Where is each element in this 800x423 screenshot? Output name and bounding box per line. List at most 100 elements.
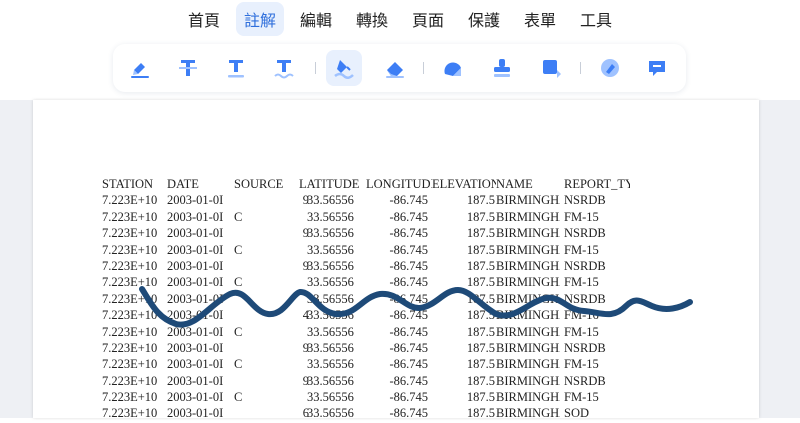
menu-item[interactable]: 編輯 (292, 2, 340, 36)
cell-longitude: -86.745 (389, 193, 428, 208)
cell-date: 2003-01-0I (167, 373, 224, 388)
cell-longitude: -86.745 (389, 324, 428, 339)
cell-longitude: -86.745 (389, 373, 428, 388)
cell-report-type: FM-15 (564, 209, 599, 224)
cell-elevation: 187.5 (466, 390, 495, 405)
menu-item[interactable]: 首頁 (180, 2, 228, 36)
cell-report-type: NSRDB (564, 340, 606, 355)
header-station: STATION (102, 177, 154, 191)
menu-item[interactable]: 保護 (460, 2, 508, 36)
cell-flag: 9 (302, 373, 309, 388)
cell-date: 2003-01-0I (167, 390, 224, 405)
text-squiggly-button[interactable] (266, 50, 302, 86)
cell-elevation: 187.5 (466, 357, 495, 372)
cell-latitude: 33.56556 (307, 226, 354, 241)
text-squiggly-icon (274, 60, 294, 79)
header-name: NAME (496, 177, 533, 191)
cell-report-type: FM-15 (564, 390, 599, 405)
freehand-draw-icon (334, 60, 354, 79)
toolbar-separator (315, 62, 316, 74)
area-highlight-button[interactable] (533, 50, 569, 86)
cell-source: C (234, 242, 243, 257)
signature-button[interactable] (592, 50, 628, 86)
cell-report-type: NSRDB (564, 226, 606, 241)
cell-report-type: NSRDB (564, 291, 606, 306)
cell-report-type: FM-15 (564, 242, 599, 257)
menu-item[interactable]: 表單 (516, 2, 564, 36)
cell-flag: 4 (302, 308, 309, 323)
cell-elevation: 187.5 (466, 406, 495, 421)
cell-source: C (234, 357, 243, 372)
text-strikethrough-button[interactable] (170, 50, 206, 86)
header-elevation: ELEVATION (432, 177, 496, 191)
cell-flag: 9 (302, 226, 309, 241)
cell-station: 7.223E+10 (102, 324, 158, 339)
cell-name: BIRMINGHAI (496, 308, 560, 323)
cell-date: 2003-01-0I (167, 406, 224, 421)
cell-report-type: NSRDB (564, 373, 606, 388)
cell-name: BIRMINGHAI (496, 357, 560, 372)
signature-icon (601, 59, 619, 77)
cell-report-type: FM-15 (564, 275, 599, 290)
cell-name: BIRMINGHAI (496, 275, 560, 290)
area-highlight-icon (543, 60, 561, 78)
cell-date: 2003-01-0I (167, 209, 224, 224)
eraser-button[interactable] (377, 50, 413, 86)
menu-item[interactable]: 工具 (572, 2, 620, 36)
cell-elevation: 187.5 (466, 291, 495, 306)
cell-longitude: -86.745 (389, 390, 428, 405)
cell-latitude: 33.56556 (307, 275, 354, 290)
cell-longitude: -86.745 (389, 308, 428, 323)
cell-date: 2003-01-0I (167, 291, 224, 306)
cell-name: BIRMINGHAI (496, 390, 560, 405)
cell-longitude: -86.745 (389, 406, 428, 421)
menu-item[interactable]: 頁面 (404, 2, 452, 36)
header-latitude: LATITUDE (299, 177, 360, 191)
comment-button[interactable] (639, 50, 675, 86)
cell-station: 7.223E+10 (102, 258, 158, 273)
cell-date: 2003-01-0I (167, 226, 224, 241)
cell-latitude: 33.56556 (307, 193, 354, 208)
cell-latitude: 33.56556 (307, 373, 354, 388)
freehand-draw-button[interactable] (326, 50, 362, 86)
cell-elevation: 187.5 (466, 193, 495, 208)
text-strikethrough-icon (179, 60, 197, 76)
cell-latitude: 33.56556 (307, 291, 354, 306)
cell-report-type: NSRDB (564, 193, 606, 208)
cell-report-type: FM-15 (564, 324, 599, 339)
cell-latitude: 33.56556 (307, 340, 354, 355)
text-underline-button[interactable] (218, 50, 254, 86)
shape-icon (444, 62, 461, 76)
cell-report-type: SOD (564, 406, 590, 421)
comment-icon (649, 61, 665, 76)
cell-longitude: -86.745 (389, 340, 428, 355)
cell-elevation: 187.5 (466, 242, 495, 257)
cell-latitude: 33.56556 (307, 258, 354, 273)
cell-latitude: 33.56556 (307, 242, 354, 257)
cell-date: 2003-01-0I (167, 340, 224, 355)
shape-button[interactable] (435, 50, 471, 86)
cell-flag: 9 (302, 258, 309, 273)
cell-station: 7.223E+10 (102, 373, 158, 388)
cell-date: 2003-01-0I (167, 324, 224, 339)
cell-latitude: 33.56556 (307, 324, 354, 339)
text-underline-icon (228, 60, 244, 78)
cell-date: 2003-01-0I (167, 275, 224, 290)
cell-date: 2003-01-0I (167, 193, 224, 208)
stamp-icon (494, 59, 510, 77)
cell-flag: 9 (302, 193, 309, 208)
cell-latitude: 33.56556 (307, 390, 354, 405)
main-menu: 首頁 註解 編輯 轉換 頁面 保護 表單 工具 (0, 0, 800, 38)
cell-longitude: -86.745 (389, 242, 428, 257)
cell-name: BIRMINGHAI (496, 209, 560, 224)
cell-longitude: -86.745 (389, 357, 428, 372)
cell-longitude: -86.745 (389, 209, 428, 224)
cell-longitude: -86.745 (389, 275, 428, 290)
stamp-button[interactable] (484, 50, 520, 86)
menu-item[interactable]: 轉換 (348, 2, 396, 36)
cell-flag: 6 (302, 406, 309, 421)
menu-item[interactable]: 註解 (235, 2, 284, 36)
header-report-type: REPORT_TYI (564, 177, 630, 191)
toolbar-separator (580, 62, 581, 74)
highlight-pen-button[interactable] (122, 50, 158, 86)
